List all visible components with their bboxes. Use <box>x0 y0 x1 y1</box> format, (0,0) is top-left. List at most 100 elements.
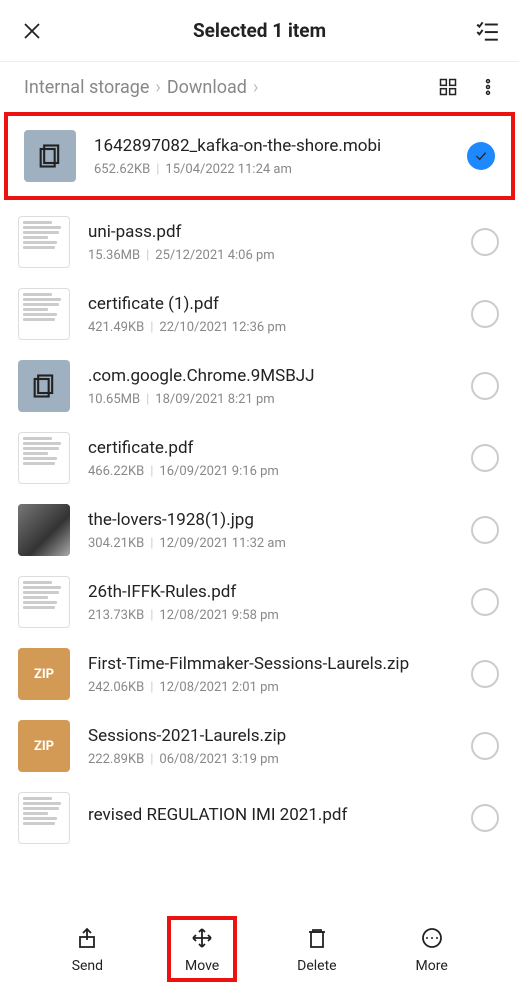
file-details: 466.22KB | 16/09/2021 9:16 pm <box>88 464 463 479</box>
file-size: 466.22KB <box>88 464 144 479</box>
file-details: 10.65MB | 18/09/2021 8:21 pm <box>88 392 463 407</box>
more-options-button[interactable] <box>477 76 499 98</box>
file-date: 18/09/2021 8:21 pm <box>155 392 274 407</box>
file-name: 26th-IFFK-Rules.pdf <box>88 582 463 602</box>
separator: | <box>146 248 149 263</box>
file-size: 652.62KB <box>94 162 150 177</box>
close-button[interactable] <box>18 17 46 45</box>
chevron-right-icon: › <box>155 77 160 98</box>
checkbox-unchecked-icon[interactable] <box>471 444 499 472</box>
file-row[interactable]: ZIPFirst-Time-Filmmaker-Sessions-Laurels… <box>0 638 519 710</box>
breadcrumb-root[interactable]: Internal storage <box>24 77 149 98</box>
pdf-thumbnail-icon <box>18 216 70 268</box>
file-meta: uni-pass.pdf 15.36MB | 25/12/2021 4:06 pm <box>88 222 463 263</box>
file-meta: revised REGULATION IMI 2021.pdf <box>88 805 463 831</box>
doc-thumbnail-icon <box>24 130 76 182</box>
separator: | <box>150 752 153 767</box>
file-meta: Sessions-2021-Laurels.zip 222.89KB | 06/08/… <box>88 726 463 767</box>
page-title: Selected 1 item <box>46 19 473 42</box>
file-date: 06/08/2021 3:19 pm <box>159 752 278 767</box>
share-icon <box>73 924 101 952</box>
img-thumbnail-icon <box>18 504 70 556</box>
more-icon <box>418 924 446 952</box>
file-date: 25/12/2021 4:06 pm <box>155 248 274 263</box>
checkbox-unchecked-icon[interactable] <box>471 804 499 832</box>
file-meta: .com.google.Chrome.9MSBJJ 10.65MB | 18/09/2… <box>88 366 463 407</box>
trash-icon <box>303 924 331 952</box>
file-details: 222.89KB | 06/08/2021 3:19 pm <box>88 752 463 767</box>
separator: | <box>150 320 153 335</box>
file-size: 242.06KB <box>88 680 144 695</box>
file-date: 22/10/2021 12:36 pm <box>159 320 286 335</box>
file-row[interactable]: revised REGULATION IMI 2021.pdf <box>0 782 519 854</box>
file-name: the-lovers-1928(1).jpg <box>88 510 463 530</box>
file-meta: 1642897082_kafka-on-the-shore.mobi 652.62… <box>94 136 459 177</box>
move-label: Move <box>185 958 219 974</box>
separator: | <box>150 608 153 623</box>
file-details: 421.49KB | 22/10/2021 12:36 pm <box>88 320 463 335</box>
checkbox-unchecked-icon[interactable] <box>471 588 499 616</box>
file-row[interactable]: certificate (1).pdf 421.49KB | 22/10/2021 1… <box>0 278 519 350</box>
file-meta: certificate (1).pdf 421.49KB | 22/10/2021 1… <box>88 294 463 335</box>
file-row[interactable]: certificate.pdf 466.22KB | 16/09/2021 9:16 … <box>0 422 519 494</box>
file-row[interactable]: ZIP Sessions-2021-Laurels.zip 222.89KB | 06/… <box>0 710 519 782</box>
separator: | <box>150 536 153 551</box>
checkbox-unchecked-icon[interactable] <box>471 732 499 760</box>
file-list: 1642897082_kafka-on-the-shore.mobi 652.62… <box>0 108 519 854</box>
file-size: 213.73KB <box>88 608 144 623</box>
file-row[interactable]: uni-pass.pdf 15.36MB | 25/12/2021 4:06 pm <box>0 206 519 278</box>
file-date: 16/09/2021 9:16 pm <box>159 464 278 479</box>
checkbox-unchecked-icon[interactable] <box>471 372 499 400</box>
file-name: Sessions-2021-Laurels.zip <box>88 726 463 746</box>
separator: | <box>156 162 159 177</box>
file-name: certificate (1).pdf <box>88 294 463 314</box>
zip-thumbnail-icon: ZIP <box>18 720 70 772</box>
file-date: 15/04/2022 11:24 am <box>165 162 291 177</box>
file-name: 1642897082_kafka-on-the-shore.mobi <box>94 136 459 156</box>
send-button[interactable]: Send <box>52 924 122 974</box>
delete-label: Delete <box>297 958 336 974</box>
file-meta: certificate.pdf 466.22KB | 16/09/2021 9:16 … <box>88 438 463 479</box>
checkbox-checked-icon[interactable] <box>467 142 495 170</box>
file-details: 304.21KB|12/09/2021 11:32 am <box>88 536 463 551</box>
select-all-button[interactable] <box>473 17 501 45</box>
more-button[interactable]: More <box>397 924 467 974</box>
separator: | <box>150 680 153 695</box>
file-meta: the-lovers-1928(1).jpg304.21KB|12/09/202… <box>88 510 463 551</box>
send-label: Send <box>72 958 103 974</box>
view-grid-button[interactable] <box>437 76 459 98</box>
file-name: uni-pass.pdf <box>88 222 463 242</box>
pdf-thumbnail-icon <box>18 792 70 844</box>
file-row[interactable]: 1642897082_kafka-on-the-shore.mobi 652.62… <box>4 112 515 200</box>
file-name: certificate.pdf <box>88 438 463 458</box>
file-row[interactable]: 26th-IFFK-Rules.pdf 213.73KB | 12/08/2021 9… <box>0 566 519 638</box>
pdf-thumbnail-icon <box>18 288 70 340</box>
move-button[interactable]: Move <box>167 916 237 982</box>
breadcrumb-current[interactable]: Download <box>167 77 247 98</box>
file-details: 652.62KB | 15/04/2022 11:24 am <box>94 162 459 177</box>
file-size: 15.36MB <box>88 248 140 263</box>
move-icon <box>188 924 216 952</box>
checkbox-unchecked-icon[interactable] <box>471 300 499 328</box>
file-name: revised REGULATION IMI 2021.pdf <box>88 805 463 825</box>
file-date: 12/08/2021 2:01 pm <box>159 680 278 695</box>
breadcrumb[interactable]: Internal storage › Download › <box>24 77 437 98</box>
file-row[interactable]: the-lovers-1928(1).jpg304.21KB|12/09/202… <box>0 494 519 566</box>
bottom-action-bar: Send Move Delete More <box>0 908 519 994</box>
file-size: 304.21KB <box>88 536 144 551</box>
file-size: 222.89KB <box>88 752 144 767</box>
checkbox-unchecked-icon[interactable] <box>471 228 499 256</box>
delete-button[interactable]: Delete <box>282 924 352 974</box>
checkbox-unchecked-icon[interactable] <box>471 660 499 688</box>
doc-thumbnail-icon <box>18 360 70 412</box>
file-name: .com.google.Chrome.9MSBJJ <box>88 366 463 386</box>
file-size: 421.49KB <box>88 320 144 335</box>
file-row[interactable]: .com.google.Chrome.9MSBJJ 10.65MB | 18/09/2… <box>0 350 519 422</box>
file-size: 10.65MB <box>88 392 140 407</box>
file-meta: First-Time-Filmmaker-Sessions-Laurels.zi… <box>88 654 463 695</box>
checkbox-unchecked-icon[interactable] <box>471 516 499 544</box>
separator: | <box>150 464 153 479</box>
pdf-thumbnail-icon <box>18 576 70 628</box>
separator: | <box>146 392 149 407</box>
file-date: 12/08/2021 9:58 pm <box>159 608 278 623</box>
